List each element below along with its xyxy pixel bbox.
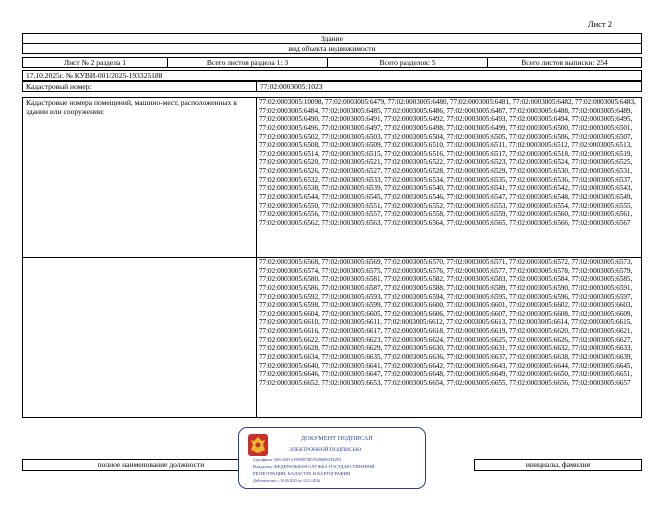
- sheet-section: Лист № 2 раздела 1: [22, 57, 168, 68]
- object-title: Здание: [22, 33, 642, 44]
- stamp-validity: Действителен: с 16.09.2025 по 10.12.2026: [253, 479, 321, 483]
- stamp-certificate: Сертификат: 00914AF1A19990870B7A02960DAE…: [253, 458, 342, 462]
- sheet-label: Лист 2: [587, 19, 612, 29]
- total-sheets: Всего листов выписки: 254: [487, 57, 642, 68]
- object-header: Здание вид объекта недвижимости: [22, 33, 642, 54]
- total-section-sheets: Всего листов раздела 1: 3: [167, 57, 328, 68]
- sheet-meta-row: Лист № 2 раздела 1 Всего листов раздела …: [22, 57, 642, 68]
- electronic-signature-stamp: ДОКУМЕНТ ПОДПИСАН ЭЛЕКТРОННОЙ ПОДПИСЬЮ С…: [238, 427, 426, 489]
- stamp-subtitle: ЭЛЕКТРОННОЙ ПОДПИСЬЮ: [289, 447, 362, 453]
- record-row: 17.10.2025г. № КУВИ-001/2025-193325188: [22, 70, 642, 81]
- total-sections: Всего разделов: 5: [327, 57, 488, 68]
- object-subtitle: вид объекта недвижимости: [22, 43, 642, 54]
- coat-of-arms-icon: [248, 434, 268, 456]
- record-number: 17.10.2025г. № КУВИ-001/2025-193325188: [22, 70, 642, 81]
- rooms-label: Кадастровые номера помещений, машино-мес…: [22, 97, 257, 258]
- name-label: инициалы, фамилия: [474, 459, 642, 471]
- rooms-label-empty: [22, 257, 257, 418]
- cadastral-row: Кадастровый номер: 77:02:0003005:1023: [22, 81, 642, 92]
- stamp-owner-line-1: Владелец: ФЕДЕРАЛЬНАЯ СЛУЖБА ГОСУДАРСТВЕ…: [253, 464, 375, 469]
- stamp-owner-line-2: РЕГИСТРАЦИИ, КАДАСТРА И КАРТОГРАФИИ: [253, 471, 351, 476]
- cadastral-value: 77:02:0003005:1023: [256, 81, 642, 92]
- rooms-numbers-block-2: 77:02:0003005:6568, 77:02:0003005:6569, …: [256, 257, 642, 418]
- rooms-table: Кадастровые номера помещений, машино-мес…: [22, 97, 642, 418]
- stamp-title: ДОКУМЕНТ ПОДПИСАН: [301, 436, 373, 442]
- rooms-numbers-block-1: 77:02:0003005:10098, 77:02:0003005:6479,…: [256, 97, 642, 258]
- cadastral-label: Кадастровый номер:: [22, 81, 257, 92]
